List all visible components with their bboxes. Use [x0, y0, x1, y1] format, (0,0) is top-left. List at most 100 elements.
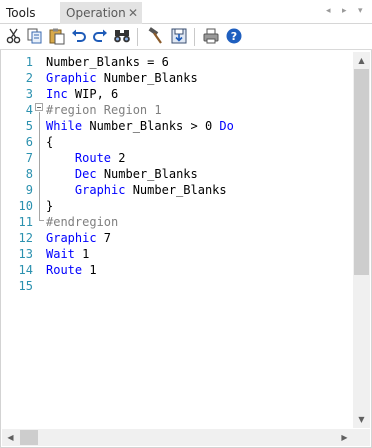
code-line[interactable]: 6{	[2, 134, 353, 150]
scroll-tabs-right-icon[interactable]: ▸	[342, 5, 347, 17]
line-number: 6	[25, 135, 33, 149]
code-line[interactable]: 11 #endregion	[2, 214, 353, 230]
comment-token: #region Region 1	[46, 103, 162, 117]
code-line[interactable]: 9 Graphic Number_Blanks	[2, 182, 353, 198]
redo-icon[interactable]	[91, 27, 109, 45]
keyword-token: Wait	[46, 247, 75, 261]
build-icon[interactable]	[146, 27, 164, 45]
code-line[interactable]: 12 Graphic 7	[2, 230, 353, 246]
document-tab-bar: Tools Operation ✕ ◂ ▸ ▾	[0, 0, 372, 24]
horizontal-scrollbar[interactable]: ◀ ▶	[2, 429, 353, 446]
horizontal-scroll-thumb[interactable]	[20, 430, 38, 445]
paste-icon[interactable]	[48, 27, 66, 45]
keyword-token: While	[46, 119, 83, 133]
code-token: Number_Blanks	[125, 183, 227, 197]
keyword-token: Graphic	[46, 71, 97, 85]
scroll-down-icon[interactable]: ▼	[353, 411, 370, 428]
save-icon[interactable]	[170, 27, 188, 45]
code-line[interactable]: 7 Route 2	[2, 150, 353, 166]
code-text[interactable]: Route 1	[46, 262, 97, 278]
line-number: 4	[25, 103, 33, 117]
keyword-token: Do	[219, 119, 234, 133]
code-text[interactable]: #region Region 1	[46, 102, 162, 118]
copy-icon[interactable]	[26, 27, 44, 45]
code-token: }	[46, 199, 54, 213]
scroll-tabs-left-icon[interactable]: ◂	[326, 5, 331, 17]
vertical-scroll-thumb[interactable]	[354, 69, 369, 275]
line-number: 12	[18, 231, 33, 245]
code-text[interactable]: Wait 1	[46, 246, 89, 262]
tab-list-dropdown-icon[interactable]: ▾	[358, 5, 363, 17]
code-text[interactable]: Number_Blanks = 6	[46, 54, 169, 70]
line-number: 15	[18, 279, 33, 293]
keyword-token: Route	[74, 151, 112, 165]
code-text[interactable]: Graphic 7	[46, 230, 111, 246]
code-text[interactable]: {	[46, 134, 53, 150]
line-number: 3	[25, 87, 33, 101]
line-number: 5	[25, 119, 33, 133]
tab-operation-label: Operation	[66, 6, 126, 20]
tab-operation[interactable]: Operation ✕	[60, 2, 142, 24]
undo-icon[interactable]	[70, 27, 88, 45]
code-token: 7	[96, 231, 112, 245]
help-icon[interactable]: ?	[225, 27, 243, 45]
line-number: 2	[25, 71, 33, 85]
tab-tools[interactable]: Tools	[0, 2, 56, 24]
code-text[interactable]: Graphic Number_Blanks	[46, 182, 227, 198]
code-text[interactable]: Dec Number_Blanks	[46, 166, 198, 182]
keyword-token: Graphic	[46, 231, 97, 245]
code-line[interactable]: 5 While Number_Blanks > 0 Do	[2, 118, 353, 134]
code-line[interactable]: 1 Number_Blanks = 6	[2, 54, 353, 70]
editor-toolbar: ?	[0, 24, 372, 50]
code-token: Number_Blanks	[96, 167, 198, 181]
line-number: 10	[18, 199, 33, 213]
comment-token: #endregion	[46, 215, 119, 229]
print-icon[interactable]	[202, 27, 220, 45]
code-text[interactable]: Inc WIP, 6	[46, 86, 118, 102]
line-number: 1	[25, 55, 33, 69]
code-token: WIP, 6	[67, 87, 119, 101]
code-text[interactable]: While Number_Blanks > 0 Do	[46, 118, 234, 134]
code-line[interactable]: 10}	[2, 198, 353, 214]
scroll-left-icon[interactable]: ◀	[2, 429, 19, 446]
code-token: Number_Blanks > 0	[82, 119, 220, 133]
cut-icon[interactable]	[5, 27, 23, 45]
code-line[interactable]: 2 Graphic Number_Blanks	[2, 70, 353, 86]
keyword-token: Graphic	[74, 183, 126, 197]
line-number: 14	[18, 263, 33, 277]
toolbar-separator	[194, 28, 195, 46]
code-text[interactable]: }	[46, 198, 53, 214]
vertical-scrollbar[interactable]: ▲ ▼	[353, 52, 370, 428]
find-icon[interactable]	[113, 27, 131, 45]
scroll-right-icon[interactable]: ▶	[336, 429, 353, 446]
code-token: Number_Blanks = 6	[46, 55, 169, 69]
code-text[interactable]: Graphic Number_Blanks	[46, 70, 198, 86]
code-text[interactable]: Route 2	[46, 150, 126, 166]
code-line[interactable]: 15	[2, 278, 353, 294]
line-number: 9	[25, 183, 33, 197]
code-token: {	[46, 135, 54, 149]
line-number: 8	[25, 167, 33, 181]
keyword-token: Inc	[46, 87, 68, 101]
code-token: 1	[74, 247, 90, 261]
code-token: Number_Blanks	[96, 71, 198, 85]
scrollbar-corner	[353, 429, 370, 446]
scroll-up-icon[interactable]: ▲	[353, 52, 370, 69]
code-text[interactable]: #endregion	[46, 214, 118, 230]
code-token: 2	[111, 151, 126, 165]
close-icon[interactable]: ✕	[128, 2, 138, 24]
code-line[interactable]: 8 Dec Number_Blanks	[2, 166, 353, 182]
line-number: 11	[18, 215, 33, 229]
keyword-token: Route	[46, 263, 83, 277]
toolbar-separator	[137, 28, 138, 46]
svg-text:?: ?	[231, 30, 237, 43]
code-line[interactable]: 4 #region Region 1	[2, 102, 353, 118]
line-number: 7	[25, 151, 33, 165]
code-editor[interactable]: 1 Number_Blanks = 6 2 Graphic Number_Blanks…	[2, 52, 353, 428]
code-line[interactable]: 13 Wait 1	[2, 246, 353, 262]
code-token: 1	[82, 263, 97, 277]
code-line[interactable]: 14 Route 1	[2, 262, 353, 278]
code-line[interactable]: 3 Inc WIP, 6	[2, 86, 353, 102]
